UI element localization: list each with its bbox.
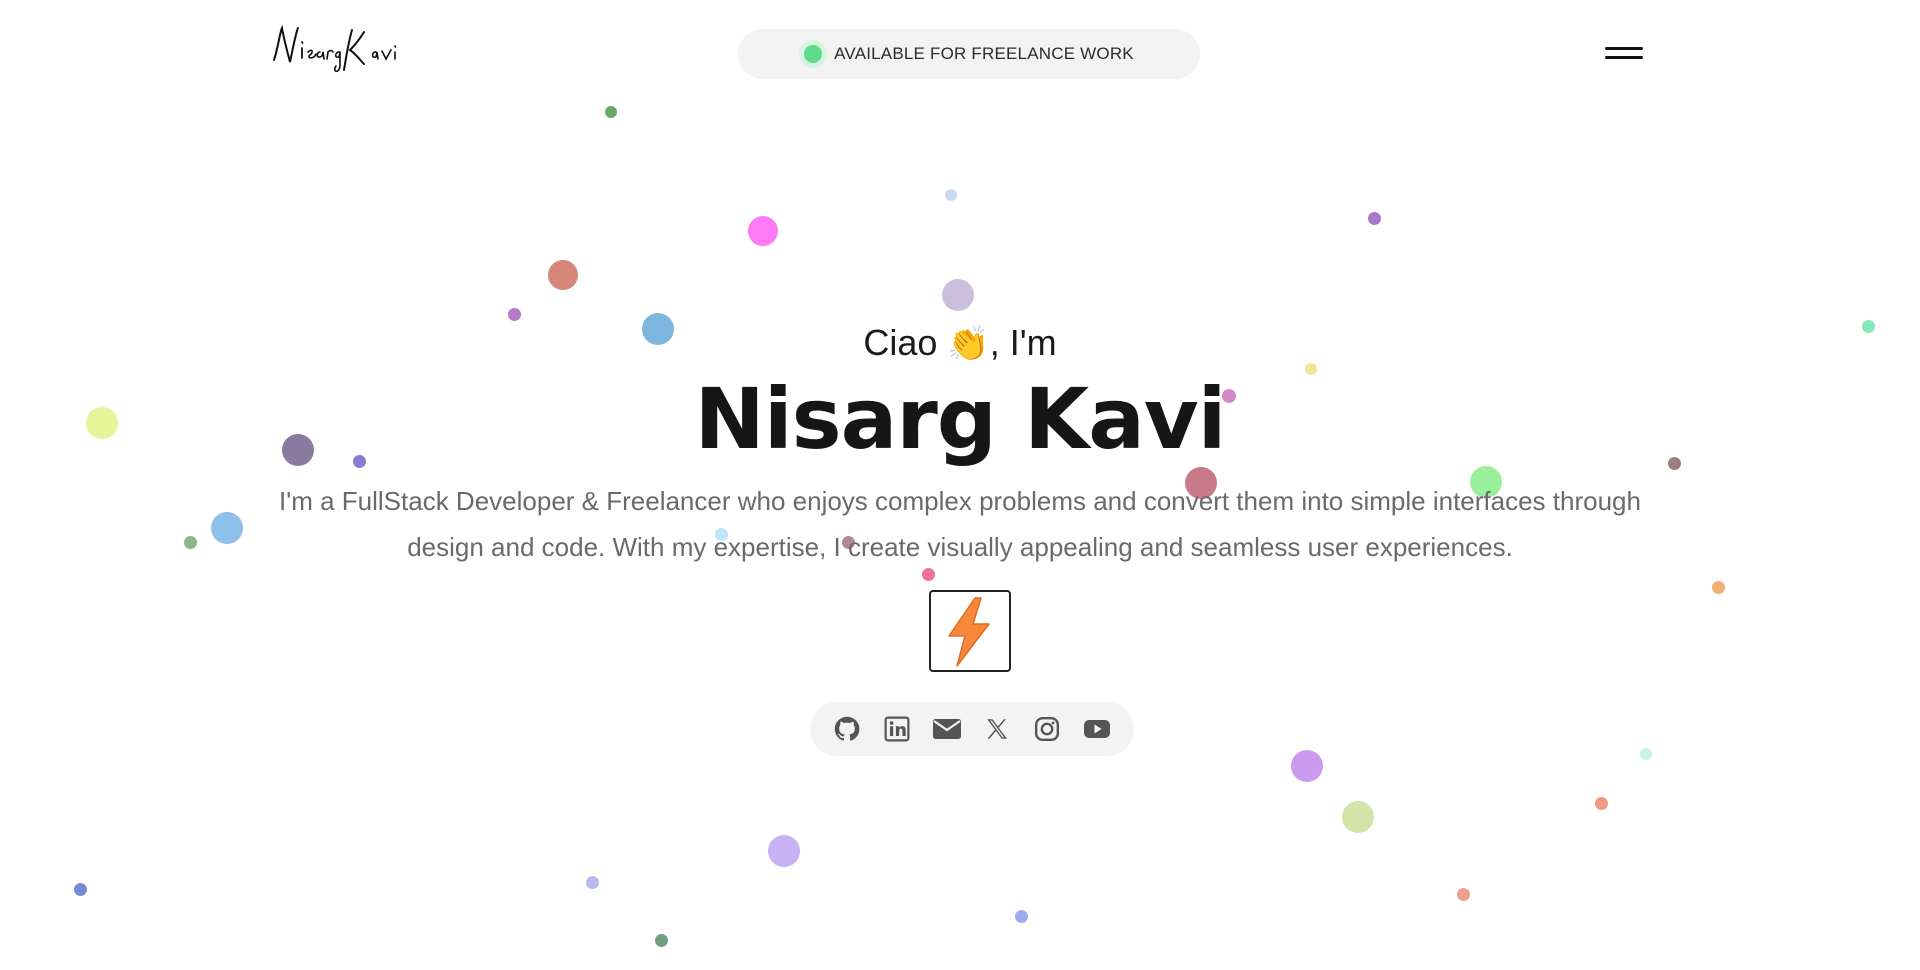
decorative-dot [211, 512, 243, 544]
social-links-bar [810, 702, 1134, 756]
greeting-text: Ciao [863, 322, 938, 363]
hamburger-menu-icon-line-bottom [1605, 56, 1643, 59]
decorative-dot [73, 882, 87, 896]
decorative-dot [1594, 796, 1608, 810]
hamburger-menu-icon-line-top [1605, 47, 1643, 50]
site-logo[interactable] [268, 18, 420, 82]
decorative-dot [748, 216, 778, 246]
lightning-badge [929, 590, 1011, 672]
decorative-dot [945, 189, 957, 201]
decorative-dot [942, 279, 974, 311]
decorative-dot [1711, 580, 1725, 594]
lightning-bolt-icon [948, 597, 990, 667]
decorative-dot [1291, 750, 1323, 782]
email-icon[interactable] [932, 714, 962, 744]
hero-name-heading: Nisarg Kavi [694, 370, 1227, 468]
decorative-dot [507, 307, 521, 321]
decorative-dot [654, 933, 668, 947]
hero-greeting: Ciao 👏, I'm [0, 322, 1920, 364]
hero-description: I'm a FullStack Developer & Freelancer w… [279, 486, 1641, 562]
decorative-dot [183, 535, 197, 549]
menu-button[interactable] [1605, 44, 1643, 66]
decorative-dot [548, 260, 578, 290]
github-icon[interactable] [832, 714, 862, 744]
decorative-dot [605, 106, 617, 118]
linkedin-icon[interactable] [882, 714, 912, 744]
signature-logo-icon [273, 24, 397, 73]
availability-status-pill: AVAILABLE FOR FREELANCE WORK [738, 29, 1200, 79]
decorative-dot [1456, 887, 1470, 901]
instagram-icon[interactable] [1032, 714, 1062, 744]
decorative-dot [1640, 748, 1652, 760]
page: AVAILABLE FOR FREELANCE WORK Ciao 👏, I'm… [0, 0, 1920, 970]
decorative-dot [1367, 211, 1381, 225]
availability-status-text: AVAILABLE FOR FREELANCE WORK [834, 44, 1134, 63]
x-twitter-icon[interactable] [982, 714, 1012, 744]
youtube-icon[interactable] [1082, 714, 1112, 744]
decorative-dot [768, 835, 800, 867]
decorative-dot [1342, 801, 1374, 833]
status-indicator-icon [804, 45, 823, 63]
decorative-dot [585, 875, 599, 889]
decorative-dot [1014, 909, 1028, 923]
clapping-hands-icon: 👏 [947, 325, 990, 363]
greeting-suffix: , I'm [989, 322, 1057, 363]
